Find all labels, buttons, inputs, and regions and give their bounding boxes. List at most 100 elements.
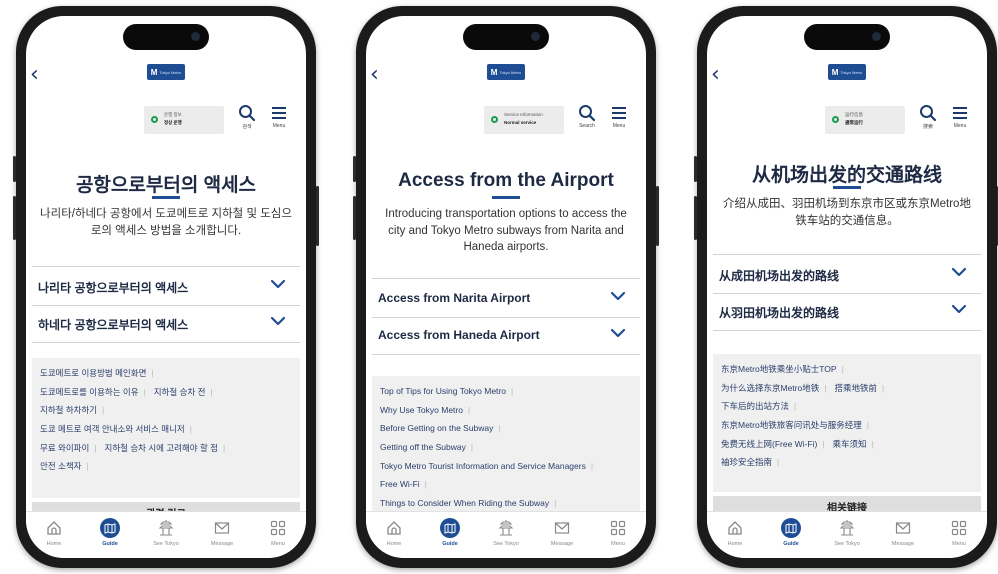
menu-button[interactable]: Menu xyxy=(945,104,975,129)
tips-link[interactable]: 도쿄메트로를 이용하는 이유 xyxy=(40,387,139,397)
title-underline xyxy=(152,196,180,199)
tips-link[interactable]: Top of Tips for Using Tokyo Metro xyxy=(380,386,506,396)
tips-link[interactable]: Getting off the Subway xyxy=(380,442,466,452)
tips-link[interactable]: 안전 소책자 xyxy=(40,461,81,471)
back-arrow-icon[interactable]: ‹ xyxy=(711,62,720,87)
tab-guide[interactable]: Guide xyxy=(82,512,138,558)
tab-home[interactable]: Home xyxy=(707,512,763,558)
accordion-haneda[interactable]: 하네다 공항으로부터의 액세스 xyxy=(32,304,300,343)
dynamic-island xyxy=(123,24,209,50)
tab-label: Home xyxy=(46,541,62,547)
tab-see-tokyo[interactable]: See Tokyo xyxy=(478,512,534,558)
link-separator: | xyxy=(223,442,226,453)
service-info-button[interactable]: Service Information Normal service xyxy=(484,106,564,134)
tab-see-tokyo[interactable]: See Tokyo xyxy=(819,512,875,558)
service-info-button[interactable]: 运行信息 通常运行 xyxy=(825,106,905,134)
tips-link[interactable]: 지하철 하차하기 xyxy=(40,405,97,415)
tips-link[interactable]: 지하철 승차 시에 고려해야 할 점 xyxy=(105,443,218,453)
tab-label: Home xyxy=(727,541,743,547)
page-title: Access from the Airport xyxy=(398,170,614,191)
tab-message[interactable]: Message xyxy=(875,512,931,558)
accordion-narita[interactable]: Access from Narita Airport xyxy=(372,278,640,318)
tips-link-row: 도쿄 메트로 여객 안내소와 서비스 매니저 | xyxy=(40,420,292,439)
back-arrow-icon[interactable]: ‹ xyxy=(30,62,39,87)
tab-guide[interactable]: Guide xyxy=(422,512,478,558)
search-button[interactable]: 搜索 xyxy=(913,104,943,130)
phone-screen: ‹ M Tokyo Metro Service Information Norm… xyxy=(366,16,646,558)
tips-link[interactable]: 지하철 승차 전 xyxy=(154,387,206,397)
tokyo-metro-logo[interactable]: M Tokyo Metro xyxy=(487,64,525,80)
phone-chinese: ‹ M Tokyo Metro 运行信息 通常运行 搜索 Menu 从机场出发的… xyxy=(694,6,998,568)
tokyo-metro-logo[interactable]: M Tokyo Metro xyxy=(828,64,866,80)
search-button[interactable]: 검색 xyxy=(232,104,262,130)
tab-label: Message xyxy=(891,541,915,547)
tips-link[interactable]: Things to Consider When Riding the Subwa… xyxy=(380,498,549,508)
tab-guide[interactable]: Guide xyxy=(763,512,819,558)
tips-link[interactable]: 东京Metro地铁旅客问讯处与服务经理 xyxy=(721,420,862,430)
tab-label: Guide xyxy=(442,541,458,547)
tips-link[interactable]: Free Wi-Fi xyxy=(380,479,420,489)
tips-link-row: 免费无线上网(Free Wi-Fi) | 乘车须知 | xyxy=(721,435,973,454)
tab-label: Message xyxy=(550,541,574,547)
header-row: Service Information Normal service Searc… xyxy=(366,102,646,136)
link-separator: | xyxy=(824,382,827,393)
tips-link[interactable]: 도쿄 메트로 여객 안내소와 서비스 매니저 xyxy=(40,424,185,434)
accordion-label: 从羽田机场出发的路线 xyxy=(719,306,840,320)
tips-link[interactable]: Tokyo Metro Tourist Information and Serv… xyxy=(380,461,586,471)
hamburger-icon xyxy=(272,107,286,119)
menu-button[interactable]: Menu xyxy=(604,104,634,129)
tab-menu[interactable]: Menu xyxy=(250,512,306,558)
search-icon xyxy=(579,105,596,122)
tips-link[interactable]: 东京Metro地铁乘坐小贴士TOP xyxy=(721,364,837,374)
tab-home[interactable]: Home xyxy=(366,512,422,558)
tips-link[interactable]: 袖珍安全指南 xyxy=(721,457,772,467)
tips-link[interactable]: 乘车须知 xyxy=(833,439,867,449)
tips-link[interactable]: Before Getting on the Subway xyxy=(380,423,493,433)
tips-link-row: Before Getting on the Subway | xyxy=(380,419,632,438)
tips-link[interactable]: Why Use Tokyo Metro xyxy=(380,405,463,415)
accordion-label: 从成田机场出发的路线 xyxy=(719,269,840,283)
tips-link[interactable]: 搭乘地铁前 xyxy=(834,383,877,393)
home-icon xyxy=(47,521,61,535)
menu-button[interactable]: Menu xyxy=(264,104,294,129)
tips-link[interactable]: 下车后的出站方法 xyxy=(721,401,789,411)
search-icon xyxy=(920,105,937,122)
accordion-haneda[interactable]: Access from Haneda Airport xyxy=(372,316,640,355)
link-separator: | xyxy=(822,438,825,449)
logo-text: Tokyo Metro xyxy=(840,69,863,75)
status-ok-icon xyxy=(832,116,839,123)
tab-message[interactable]: Message xyxy=(194,512,250,558)
tab-menu[interactable]: Menu xyxy=(590,512,646,558)
tab-label: Menu xyxy=(271,541,285,547)
header-row: 运行信息 通常运行 搜索 Menu xyxy=(707,102,987,136)
search-label: 搜索 xyxy=(922,124,933,130)
tab-see-tokyo[interactable]: See Tokyo xyxy=(138,512,194,558)
pagoda-icon xyxy=(839,520,855,536)
tips-link[interactable]: 도쿄메트로 이용방법 메인화면 xyxy=(40,368,146,378)
tokyo-metro-logo[interactable]: M Tokyo Metro xyxy=(147,64,185,80)
tab-label: See Tokyo xyxy=(493,541,519,547)
tab-menu[interactable]: Menu xyxy=(931,512,987,558)
accordion-narita[interactable]: 나리타 공항으로부터의 액세스 xyxy=(32,266,300,306)
link-separator: | xyxy=(510,386,514,396)
service-info-button[interactable]: 운행 정보 정상 운행 xyxy=(144,106,224,134)
tips-link-row: 도쿄메트로를 이용하는 이유 | 지하철 승차 전 | xyxy=(40,383,292,402)
tips-link-row: Why Use Tokyo Metro | xyxy=(380,401,632,420)
tab-home[interactable]: Home xyxy=(26,512,82,558)
volume-button xyxy=(353,196,356,240)
tips-link[interactable]: 免费无线上网(Free Wi-Fi) xyxy=(721,439,817,449)
tips-link[interactable]: 무료 와이파이 xyxy=(40,443,89,453)
tab-message[interactable]: Message xyxy=(534,512,590,558)
accordion-haneda[interactable]: 从羽田机场出发的路线 xyxy=(713,292,981,331)
search-button[interactable]: Search xyxy=(572,104,602,129)
accordion-narita[interactable]: 从成田机场出发的路线 xyxy=(713,254,981,294)
tips-link[interactable]: 为什么选择东京Metro地铁 xyxy=(721,383,819,393)
tips-link-row: 지하철 하차하기 | xyxy=(40,401,292,420)
menu-label: Menu xyxy=(272,123,286,129)
search-label: 검색 xyxy=(242,124,252,130)
back-arrow-icon[interactable]: ‹ xyxy=(370,62,379,87)
tab-label: Menu xyxy=(611,541,625,547)
link-separator: | xyxy=(467,404,471,415)
side-button xyxy=(353,156,356,182)
tips-link-row: 도쿄메트로 이용방법 메인화면 | xyxy=(40,364,292,383)
